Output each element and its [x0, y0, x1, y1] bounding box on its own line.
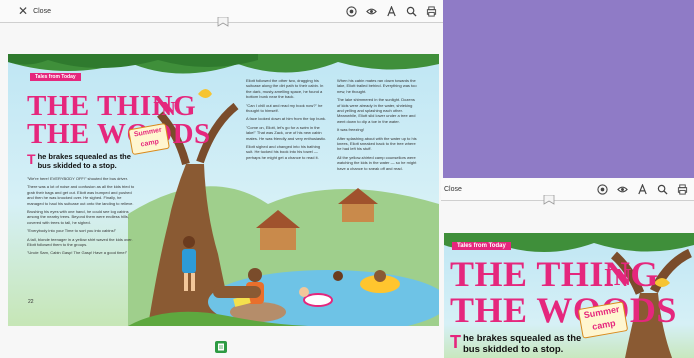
paragraph: There was a lot of noise and confusion a… [27, 184, 135, 206]
paragraph: Eliott sighed and changed into his bathi… [246, 144, 321, 160]
article-title-line2-secondary: THE WOODS [450, 290, 677, 330]
lede-dropcap-secondary: T [450, 332, 461, 352]
paragraph: All the yellow-shirted camp counsellors … [337, 154, 417, 171]
toolbar-tools [337, 5, 437, 17]
reader-window-secondary: Close Tales from Today THE THING IN THE … [441, 178, 694, 358]
search-icon[interactable] [656, 183, 668, 195]
paragraph: It was freezing! [337, 127, 364, 133]
page-navigator-button[interactable] [215, 341, 227, 353]
toolbar-tools-secondary [588, 183, 688, 195]
text-size-icon[interactable] [636, 183, 648, 195]
palette-icon[interactable] [596, 183, 608, 195]
article-title-line2: THE WOODS [27, 118, 211, 150]
paragraph: When his cabin mates ran down towards th… [337, 78, 417, 94]
lede-dropcap: T [27, 151, 36, 167]
lede-text: he brakes squealed as the bus skidded to… [37, 152, 131, 170]
paragraph: "Can I chill out and read my book now?" … [246, 102, 323, 114]
paragraph: The lake shimmered in the sunlight. Doze… [337, 97, 416, 124]
print-icon[interactable] [425, 5, 437, 17]
bookmark-icon[interactable] [217, 17, 229, 27]
article-tag-secondary: Tales from Today [452, 242, 511, 250]
bookmark-icon[interactable] [543, 195, 555, 205]
reader-toolbar-secondary: Close [441, 178, 694, 201]
paragraph: "Uncle Sam, Cabin Gasp! The Gasp! Have a… [27, 250, 128, 256]
article-column-2: Eliott followed the other two, dragging … [246, 78, 328, 163]
eye-icon[interactable] [616, 183, 628, 195]
print-icon[interactable] [676, 183, 688, 195]
paragraph: Eliott followed the other two, dragging … [246, 78, 324, 100]
page-number: 22 [28, 299, 34, 305]
book-page: Tales from Today THE THING IN THE WOODS … [8, 54, 439, 326]
search-icon[interactable] [405, 5, 417, 17]
close-icon: ✕ [18, 4, 29, 18]
close-button[interactable]: ✕ Close [18, 5, 51, 17]
palette-icon[interactable] [345, 5, 357, 17]
paragraph: Brushing his eyes with one hand, he coul… [27, 209, 129, 225]
reader-window: ✕ Close Tales from Today THE THING IN TH… [0, 0, 443, 358]
paragraph: A tall, blonde teenager in a yellow shir… [27, 236, 133, 248]
paragraph: "Come on, Eliott, let's go for a swim in… [246, 124, 327, 141]
paragraph: "Everybody into your Time to sort you in… [27, 228, 117, 234]
text-size-icon[interactable] [385, 5, 397, 17]
article-lede: T he brakes squealed as the bus skidded … [27, 152, 139, 170]
article-column-1: "We're here! EVERYBODY OFF!" shouted the… [27, 176, 139, 259]
paragraph: A face looked down at him from the top b… [246, 116, 327, 122]
paragraph: After splashing about with the water up … [337, 135, 417, 152]
article-lede-secondary: T he brakes squealed as the bus skidded … [450, 333, 590, 355]
lede-text-secondary: he brakes squealed as the bus skidded to… [463, 333, 582, 355]
article-column-3: When his cabin mates ran down towards th… [337, 78, 419, 174]
article-title-in-secondary: IN [604, 265, 632, 291]
page-icon [218, 343, 224, 351]
article-tag: Tales from Today [30, 73, 81, 81]
close-button-secondary[interactable]: Close [444, 186, 462, 193]
eye-icon[interactable] [365, 5, 377, 17]
close-label: Close [33, 7, 51, 15]
paragraph: "We're here! EVERYBODY OFF!" shouted the… [27, 176, 128, 181]
book-page-secondary: Tales from Today THE THING IN THE WOODS … [444, 233, 694, 358]
